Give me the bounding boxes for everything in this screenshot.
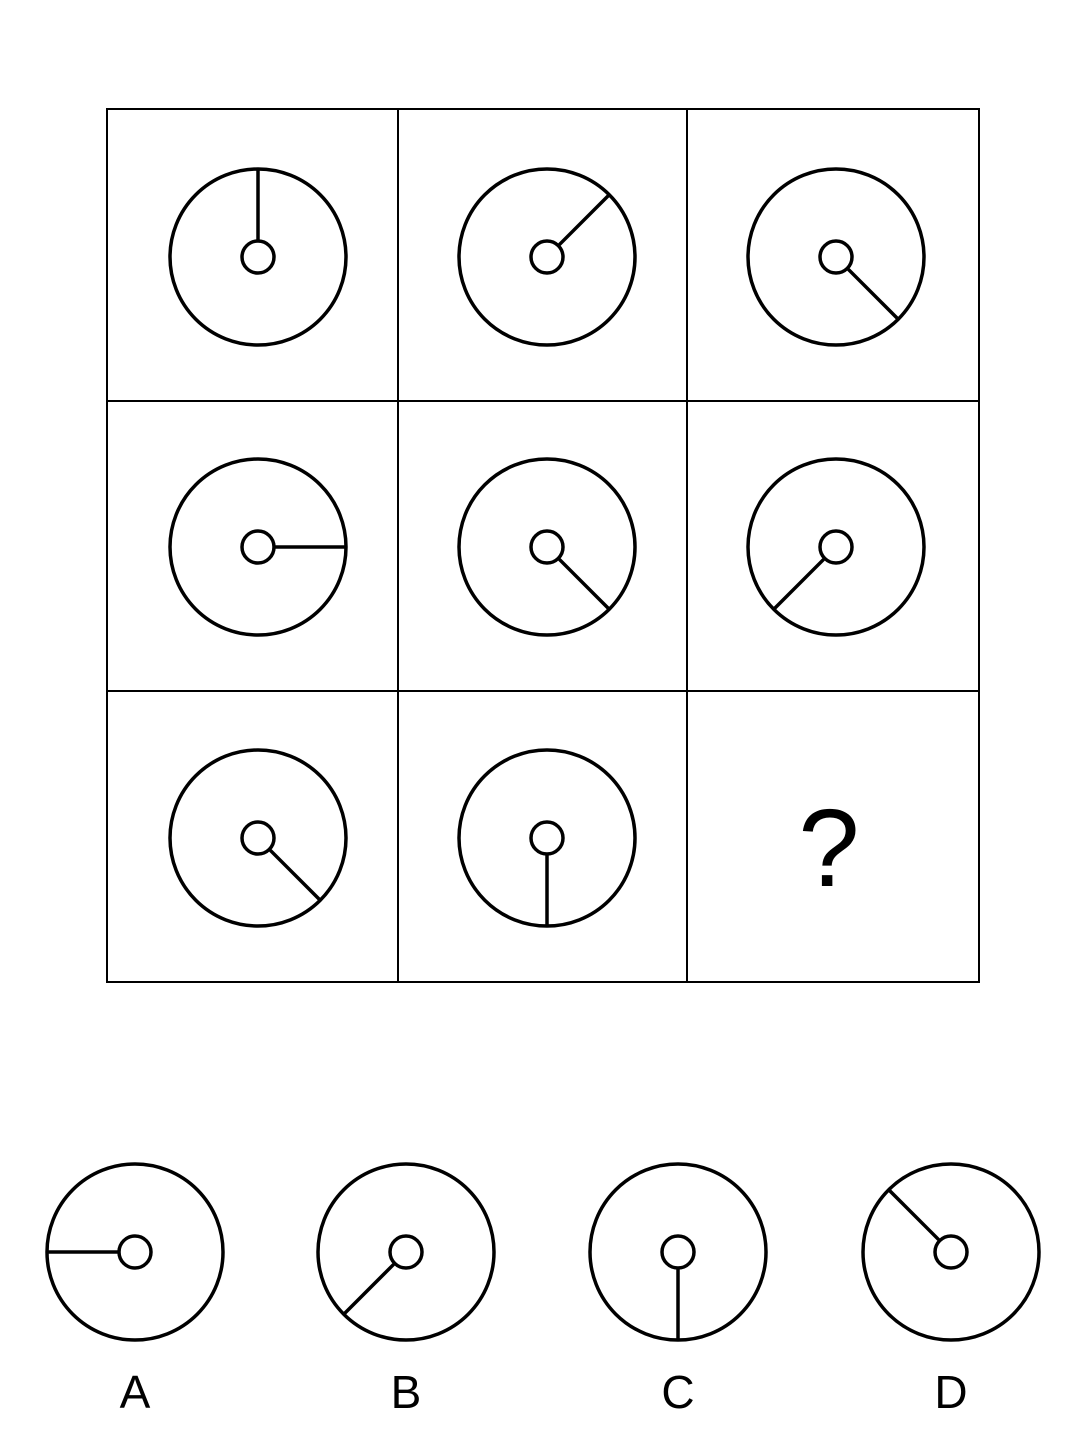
grid-figure-r1c1 <box>168 167 348 347</box>
dial-hub <box>388 1234 424 1270</box>
grid-figure-r3c2 <box>457 748 637 928</box>
grid-figure-r2c1 <box>168 457 348 637</box>
dial-hub <box>529 239 565 275</box>
dial-hub <box>529 820 565 856</box>
grid-figure-r2c3 <box>746 457 926 637</box>
option-figure-d[interactable] <box>861 1162 1041 1342</box>
grid-figure-r2c2 <box>457 457 637 637</box>
option-figure-c[interactable] <box>588 1162 768 1342</box>
dial-hub <box>117 1234 153 1270</box>
option-label-d: D <box>934 1366 967 1418</box>
option-label-c: C <box>661 1366 694 1418</box>
answer-options: A B C D <box>45 1162 1041 1418</box>
missing-cell-question-mark: ? <box>798 787 859 910</box>
dial-hub <box>240 239 276 275</box>
dial-hub <box>818 239 854 275</box>
dial-hub <box>660 1234 696 1270</box>
dial-hand <box>772 557 826 611</box>
option-label-b: B <box>391 1366 422 1418</box>
dial-hand <box>557 557 611 611</box>
dial-hub <box>240 820 276 856</box>
dial-hand <box>557 193 611 247</box>
option-figure-b[interactable] <box>316 1162 496 1342</box>
dial-hub <box>240 529 276 565</box>
dial-hub <box>529 529 565 565</box>
dial-hand <box>268 848 322 902</box>
option-label-a: A <box>120 1366 151 1418</box>
option-figure-a[interactable] <box>45 1162 225 1342</box>
grid-figure-r3c1 <box>168 748 348 928</box>
dial-hand <box>846 267 900 321</box>
dial-hub <box>818 529 854 565</box>
puzzle-canvas: ? A B C D <box>45 108 1041 1418</box>
grid-figure-r1c3 <box>746 167 926 347</box>
dial-hand <box>342 1262 396 1316</box>
dial-hub <box>933 1234 969 1270</box>
dial-hand <box>887 1188 941 1242</box>
grid-figure-r1c2 <box>457 167 637 347</box>
